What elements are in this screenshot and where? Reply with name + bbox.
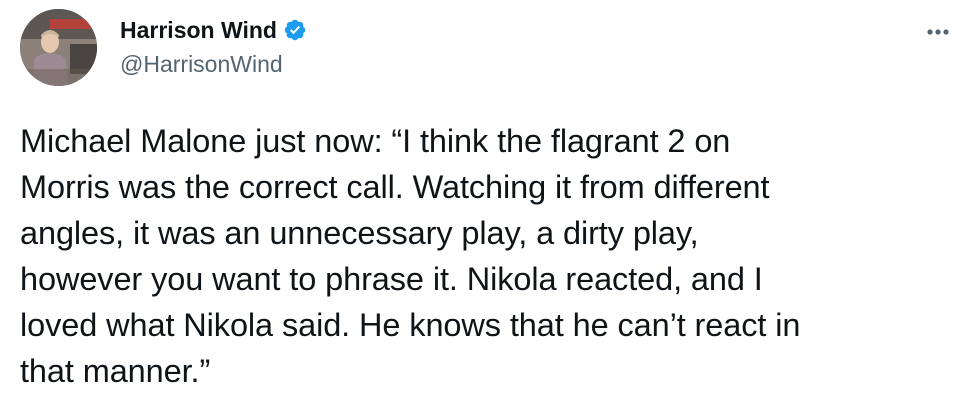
tweet-card: Harrison Wind @HarrisonWind Michael Malo… (0, 0, 979, 401)
name-row: Harrison Wind (120, 14, 880, 46)
tweet-header: Harrison Wind @HarrisonWind (120, 14, 880, 79)
verified-badge-icon (283, 18, 307, 42)
profile-photo-image (20, 9, 97, 86)
tweet-text: Michael Malone just now: “I think the fl… (20, 123, 801, 389)
user-handle[interactable]: @HarrisonWind (120, 49, 880, 79)
display-name[interactable]: Harrison Wind (120, 14, 277, 46)
avatar[interactable] (20, 9, 97, 86)
more-options-icon[interactable] (920, 20, 956, 44)
